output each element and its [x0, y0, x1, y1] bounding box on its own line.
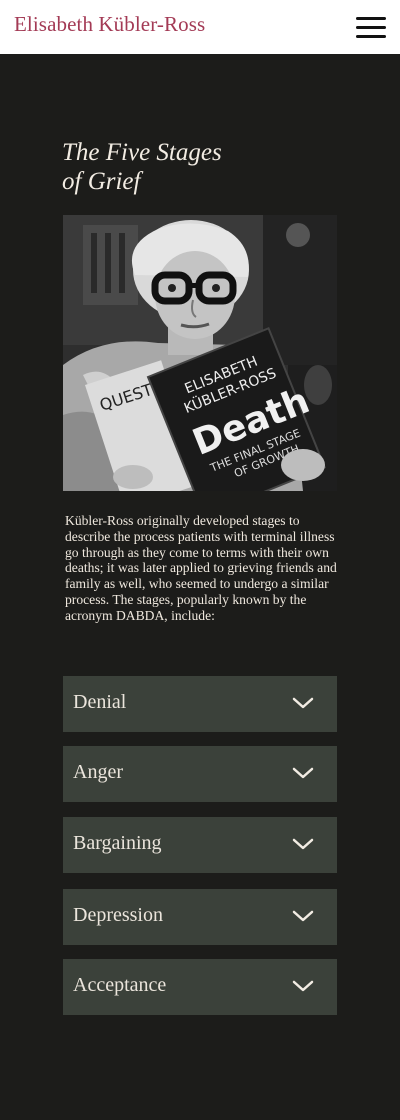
chevron-down-icon[interactable] [291, 978, 315, 994]
hamburger-menu-icon[interactable] [356, 17, 386, 39]
intro-paragraph: Kübler-Ross originally developed stages … [65, 513, 337, 623]
chevron-down-icon[interactable] [291, 765, 315, 781]
accordion-label: Bargaining [73, 832, 162, 854]
accordion-stage-acceptance[interactable]: Acceptance [63, 959, 337, 1015]
page-heading: The Five Stages of Grief [62, 138, 302, 196]
accordion-stage-bargaining[interactable]: Bargaining [63, 817, 337, 873]
accordion-label: Depression [73, 904, 163, 926]
accordion-stage-depression[interactable]: Depression [63, 889, 337, 945]
accordion-label: Anger [73, 761, 123, 783]
heading-line: The Five Stages [62, 139, 222, 166]
chevron-down-icon[interactable] [291, 908, 315, 924]
site-title[interactable]: Elisabeth Kübler-Ross [14, 12, 205, 37]
heading-line: of Grief [62, 168, 141, 195]
menu-bar-line [356, 17, 386, 20]
accordion-stage-denial[interactable]: Denial [63, 676, 337, 732]
menu-bar-line [356, 35, 386, 38]
portrait-photo: QUEST ANA ON ELISABETH KÜBLER-ROSS Death… [63, 215, 337, 491]
accordion-label: Acceptance [73, 974, 167, 996]
top-navigation-bar: Elisabeth Kübler-Ross [0, 0, 400, 54]
menu-bar-line [356, 26, 386, 29]
chevron-down-icon[interactable] [291, 836, 315, 852]
accordion-stage-anger[interactable]: Anger [63, 746, 337, 802]
chevron-down-icon[interactable] [291, 695, 315, 711]
accordion-label: Denial [73, 691, 127, 713]
